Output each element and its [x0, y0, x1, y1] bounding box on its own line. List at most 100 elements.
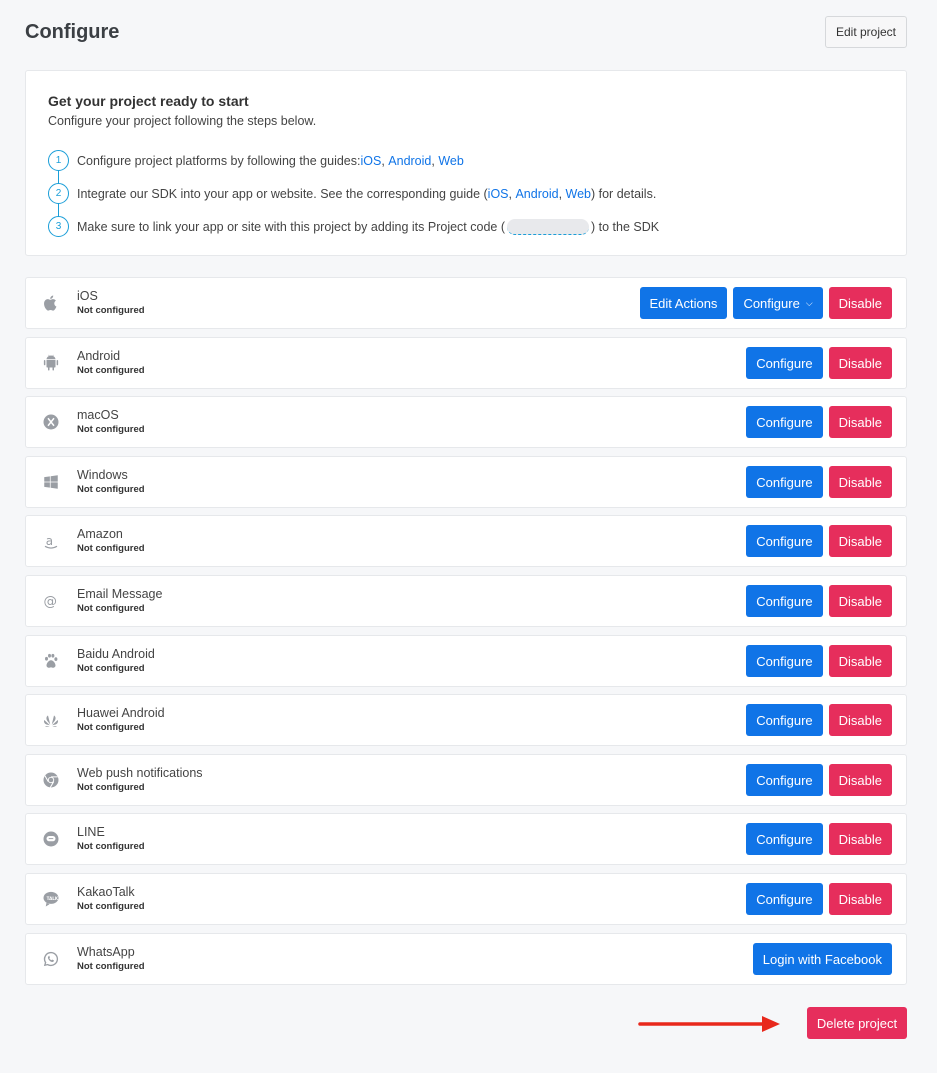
platform-row-line: LINE Not configured Configure Disable [25, 813, 907, 865]
guide-link-ios[interactable]: iOS [360, 154, 381, 168]
configure-button[interactable]: Configure [746, 645, 823, 677]
configure-button[interactable]: Configure [746, 704, 823, 736]
platform-row-amazon: a Amazon Not configured Configure Disabl… [25, 515, 907, 567]
platform-actions: Configure Disable [746, 823, 892, 855]
platform-name: Android [77, 349, 121, 363]
platform-name: Amazon [77, 527, 123, 541]
platform-info: iOS Not configured [77, 288, 640, 318]
platform-info: Huawei Android Not configured [77, 705, 746, 735]
platform-row-macos: macOS Not configured Configure Disable [25, 396, 907, 448]
macos-icon [42, 413, 60, 431]
platform-info: Android Not configured [77, 348, 746, 378]
edit-actions-button[interactable]: Edit Actions [639, 287, 728, 319]
platform-name: KakaoTalk [77, 885, 135, 899]
step-text-before: Make sure to link your app or site with … [77, 219, 505, 234]
huawei-icon [42, 711, 60, 729]
chevron-down-icon: ⌵ [805, 297, 813, 308]
configure-button[interactable]: Configure [746, 525, 823, 557]
platform-actions: Configure Disable [746, 764, 892, 796]
platform-name: Huawei Android [77, 706, 165, 720]
platform-actions: Configure Disable [746, 466, 892, 498]
disable-button[interactable]: Disable [828, 823, 892, 855]
configure-button[interactable]: Configure [746, 406, 823, 438]
platform-status: Not configured [77, 961, 145, 972]
platform-status: Not configured [77, 603, 145, 614]
platform-row-kakaotalk: TALK KakaoTalk Not configured Configure … [25, 873, 907, 925]
line-icon [42, 830, 60, 848]
platform-status: Not configured [77, 841, 145, 852]
login-with-facebook-button[interactable]: Login with Facebook [752, 943, 892, 975]
sdk-guide-link-android[interactable]: Android [515, 187, 558, 201]
platform-actions: Configure Disable [746, 883, 892, 915]
configure-button[interactable]: Configure [746, 823, 823, 855]
platform-name: Web push notifications [77, 766, 203, 780]
platform-name: macOS [77, 408, 119, 422]
disable-button[interactable]: Disable [828, 764, 892, 796]
guide-link-web[interactable]: Web [438, 154, 463, 168]
at-sign-icon: @ [42, 592, 60, 610]
disable-button[interactable]: Disable [828, 585, 892, 617]
configure-button[interactable]: Configure [746, 585, 823, 617]
step-1: 1 Configure project platforms by followi… [48, 144, 884, 177]
project-code-redacted[interactable] [506, 218, 589, 235]
platform-row-whatsapp: WhatsApp Not configured Login with Faceb… [25, 933, 907, 985]
svg-text:@: @ [44, 594, 58, 610]
step-text-after: ) to the SDK [590, 219, 660, 234]
disable-button[interactable]: Disable [828, 287, 892, 319]
edit-project-button[interactable]: Edit project [824, 16, 907, 48]
baidu-icon [42, 652, 60, 670]
step-2: 2 Integrate our SDK into your app or web… [48, 177, 884, 210]
disable-button[interactable]: Disable [828, 525, 892, 557]
platform-row-windows: Windows Not configured Configure Disable [25, 456, 907, 508]
platform-name: LINE [77, 825, 105, 839]
disable-button[interactable]: Disable [828, 704, 892, 736]
platform-info: Amazon Not configured [77, 526, 746, 556]
platform-actions: Login with Facebook [752, 943, 892, 975]
svg-text:TALK: TALK [47, 896, 59, 901]
platform-status: Not configured [77, 305, 145, 316]
sdk-guide-link-web[interactable]: Web [566, 187, 591, 201]
platform-row-email: @ Email Message Not configured Configure… [25, 575, 907, 627]
platform-info: macOS Not configured [77, 407, 746, 437]
page-header: Configure Edit project [25, 16, 907, 48]
guide-link-android[interactable]: Android [388, 154, 431, 168]
disable-button[interactable]: Disable [828, 406, 892, 438]
configure-button[interactable]: Configure [746, 883, 823, 915]
disable-button[interactable]: Disable [828, 347, 892, 379]
steps-subtitle: Configure your project following the ste… [48, 114, 317, 128]
disable-button[interactable]: Disable [828, 645, 892, 677]
platform-row-huawei: Huawei Android Not configured Configure … [25, 694, 907, 746]
apple-icon [42, 294, 60, 312]
platform-name: Email Message [77, 587, 163, 601]
platform-info: KakaoTalk Not configured [77, 884, 746, 914]
platform-status: Not configured [77, 722, 145, 733]
configure-button[interactable]: Configure [746, 764, 823, 796]
platform-actions: Configure Disable [746, 585, 892, 617]
chrome-icon [42, 771, 60, 789]
platform-actions: Configure Disable [746, 645, 892, 677]
svg-text:a: a [46, 534, 53, 548]
disable-button[interactable]: Disable [828, 466, 892, 498]
sdk-guide-link-ios[interactable]: iOS [488, 187, 509, 201]
step-number: 3 [48, 216, 69, 237]
delete-project-button[interactable]: Delete project [807, 1007, 907, 1039]
platform-status: Not configured [77, 543, 145, 554]
page-title: Configure [25, 20, 120, 43]
platform-info: LINE Not configured [77, 824, 746, 854]
platform-status: Not configured [77, 424, 145, 435]
configure-button[interactable]: Configure [746, 466, 823, 498]
platform-name: iOS [77, 289, 98, 303]
platform-info: Web push notifications Not configured [77, 765, 746, 795]
platform-row-android: Android Not configured Configure Disable [25, 337, 907, 389]
configure-button[interactable]: Configure [746, 347, 823, 379]
platform-status: Not configured [77, 484, 145, 495]
steps-list: 1 Configure project platforms by followi… [48, 144, 884, 243]
platform-status: Not configured [77, 782, 145, 793]
disable-button[interactable]: Disable [828, 883, 892, 915]
platform-actions: Edit Actions Configure ⌵ Disable [639, 287, 892, 319]
platform-name: Baidu Android [77, 647, 155, 661]
configure-dropdown-button[interactable]: Configure ⌵ [733, 287, 823, 319]
platform-info: WhatsApp Not configured [77, 944, 753, 974]
platform-row-web-push: Web push notifications Not configured Co… [25, 754, 907, 806]
windows-icon [42, 473, 60, 491]
